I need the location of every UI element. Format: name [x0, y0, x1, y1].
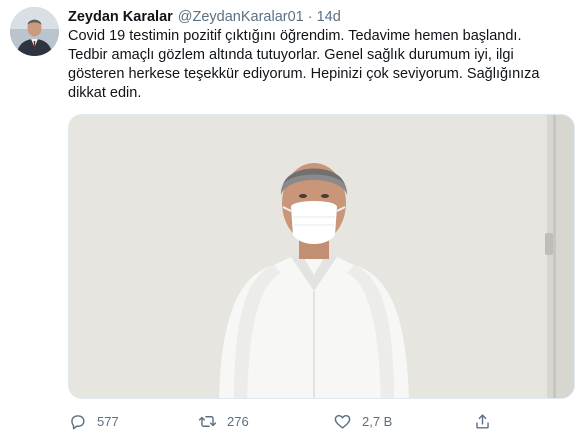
video-thumbnail [69, 115, 574, 398]
reply-count: 577 [97, 413, 119, 429]
tweet-timestamp[interactable]: 14d [317, 9, 341, 25]
author-name[interactable]: Zeydan Karalar [68, 9, 173, 25]
like-count: 2,7 B [362, 413, 393, 429]
retweet-button[interactable]: 276 [198, 408, 249, 434]
tweet-card[interactable]: Zeydan Karalar @ZeydanKaralar01 · 14d Co… [0, 0, 586, 439]
tweet-actions: 577 276 2,7 B [68, 408, 498, 434]
avatar[interactable] [10, 7, 59, 56]
tweet-header: Zeydan Karalar @ZeydanKaralar01 · 14d [68, 8, 341, 26]
separator: · [307, 9, 313, 25]
retweet-count: 276 [227, 413, 249, 429]
avatar-photo [10, 7, 59, 56]
reply-icon [71, 414, 85, 429]
like-button[interactable]: 2,7 B [333, 408, 392, 434]
share-icon [476, 413, 489, 429]
reply-button[interactable]: 577 [68, 408, 119, 434]
retweet-icon [198, 415, 217, 427]
tweet-media-video[interactable] [68, 114, 575, 399]
share-button[interactable] [473, 408, 492, 434]
tweet-text: Covid 19 testimin pozitif çıktığını öğre… [68, 28, 540, 101]
heart-icon [334, 414, 351, 429]
author-handle[interactable]: @ZeydanKaralar01 [178, 9, 304, 25]
